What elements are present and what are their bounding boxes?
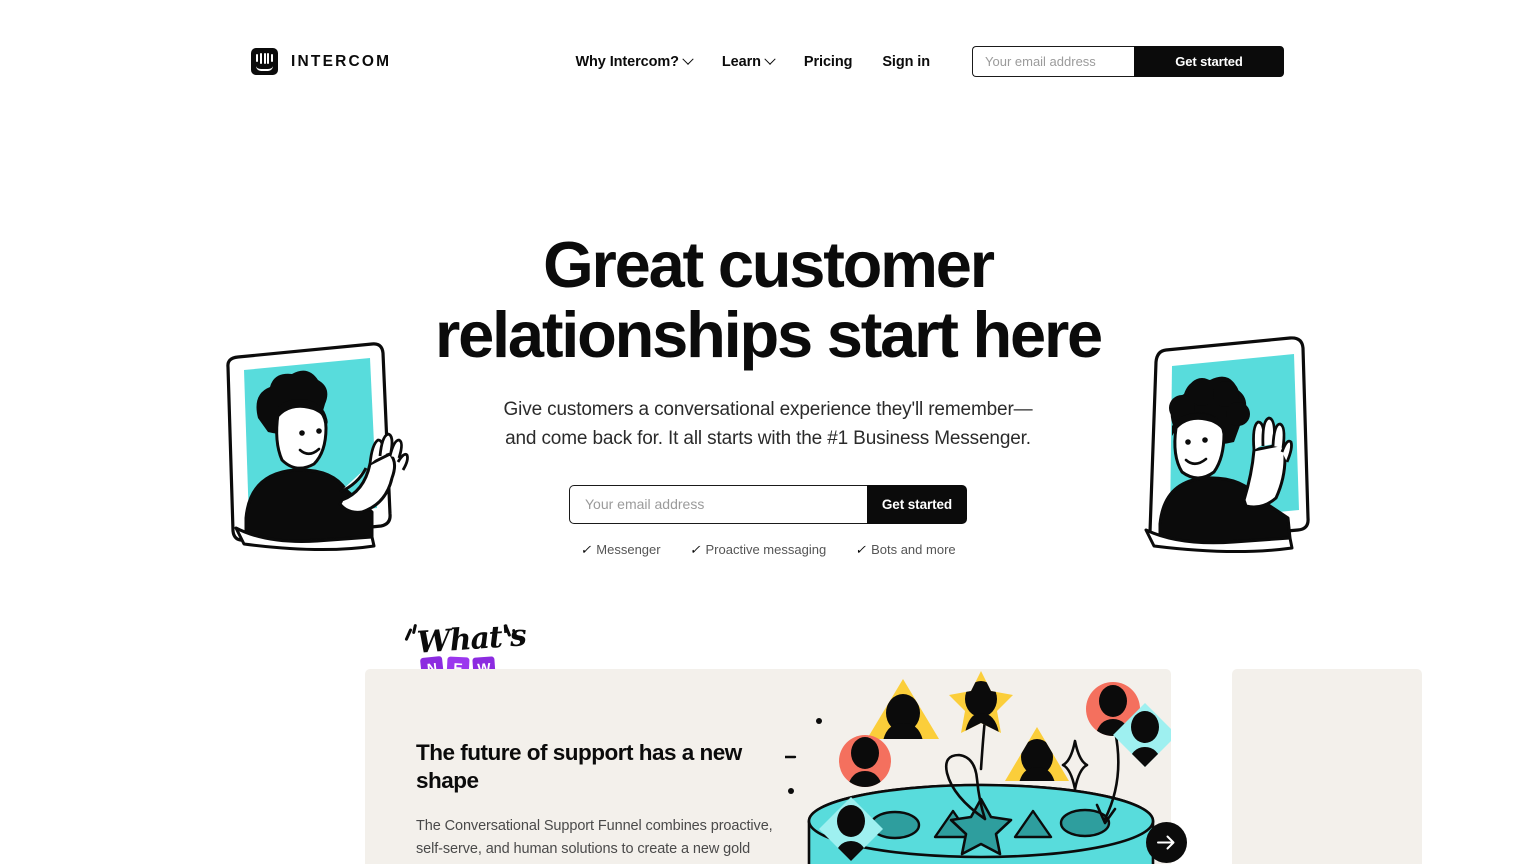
- hero-subtitle: Give customers a conversational experien…: [0, 396, 1536, 454]
- nav-item-label: Sign in: [882, 53, 930, 70]
- card-title: The future of support has a new shape: [416, 740, 742, 793]
- whats-new-script-word: What's: [415, 618, 527, 661]
- chevron-down-icon: [764, 53, 776, 65]
- carousel-card-support-funnel[interactable]: The future of support has a new shape Th…: [365, 669, 1171, 864]
- brand-name: INTERCOM: [291, 52, 392, 70]
- header-signup-form: Get started: [972, 46, 1284, 77]
- whats-new-carousel: The future of support has a new shape Th…: [365, 669, 1536, 864]
- chevron-down-icon: [682, 53, 694, 65]
- feature-label: Proactive messaging: [705, 542, 827, 558]
- sparkle-icon: [404, 628, 413, 641]
- arrow-right-icon: [1157, 835, 1175, 850]
- nav-item-label: Learn: [721, 53, 761, 70]
- card-copy: The future of support has a new shape Th…: [416, 739, 786, 864]
- page-title: Great customer relationships start here: [388, 230, 1148, 369]
- hero-feature-proactive-messaging: ✓ Proactive messaging: [690, 542, 827, 558]
- landing-page: INTERCOM Why Intercom? Learn Pricing Sig…: [0, 0, 1536, 864]
- nav-item-pricing[interactable]: Pricing: [803, 48, 853, 76]
- primary-nav: Why Intercom? Learn Pricing Sign in Get …: [575, 46, 1284, 77]
- nav-item-label: Why Intercom?: [575, 53, 679, 70]
- intercom-logo-icon: [251, 48, 278, 75]
- hero-feature-messenger: ✓ Messenger: [580, 542, 660, 558]
- nav-item-sign-in[interactable]: Sign in: [882, 48, 930, 76]
- hero-title-line-2: relationships start here: [434, 297, 1103, 371]
- header-email-input[interactable]: [972, 46, 1134, 77]
- hero-title-line-1: Great customer: [543, 228, 995, 301]
- nav-item-why-intercom[interactable]: Why Intercom?: [575, 48, 694, 76]
- carousel-card-next-peek[interactable]: [1232, 669, 1422, 864]
- check-icon: ✓: [855, 541, 867, 557]
- hero-section: Great customer relationships start here …: [0, 230, 1536, 558]
- header-get-started-button[interactable]: Get started: [1134, 46, 1284, 77]
- check-icon: ✓: [689, 541, 701, 557]
- card-illustration: [769, 669, 1171, 864]
- check-icon: ✓: [580, 541, 592, 557]
- nav-item-label: Pricing: [803, 53, 853, 70]
- hero-feature-list: ✓ Messenger ✓ Proactive messaging ✓ Bots…: [0, 542, 1536, 558]
- hero-subtitle-line-1: Give customers a conversational experien…: [503, 399, 1033, 421]
- hero-email-input[interactable]: [569, 484, 867, 524]
- card-body: The Conversational Support Funnel combin…: [416, 817, 773, 858]
- hero-get-started-button[interactable]: Get started: [867, 484, 967, 524]
- feature-label: Bots and more: [871, 542, 956, 558]
- hero-feature-bots-and-more: ✓ Bots and more: [855, 542, 955, 558]
- brand-logo[interactable]: INTERCOM: [251, 48, 391, 75]
- hero-signup-form: Get started: [569, 484, 967, 524]
- site-header: INTERCOM Why Intercom? Learn Pricing Sig…: [0, 0, 1536, 120]
- hero-subtitle-line-2: and come back for. It all starts with th…: [505, 427, 1031, 449]
- carousel-next-button[interactable]: [1146, 822, 1187, 863]
- feature-label: Messenger: [596, 542, 661, 558]
- nav-item-learn[interactable]: Learn: [721, 48, 776, 76]
